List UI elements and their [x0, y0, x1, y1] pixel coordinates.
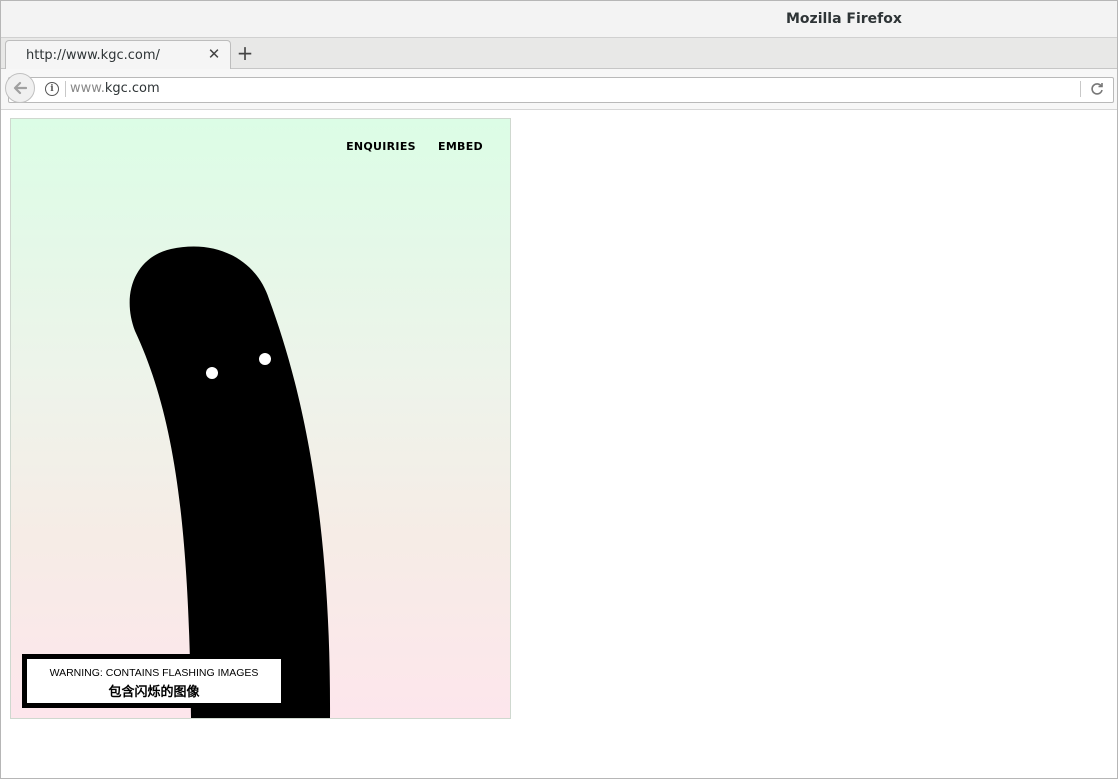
tab-strip: http://www.kgc.com/ ✕ + [1, 38, 1117, 69]
page-content: ENQUIRIES EMBED WARNING: CONTAINS FLASHI… [1, 110, 1117, 778]
nav-bar: i www.kgc.com [1, 69, 1117, 110]
back-arrow-icon [13, 81, 27, 95]
embed-link[interactable]: EMBED [438, 140, 483, 153]
window-title: Mozilla Firefox [786, 11, 902, 27]
reload-icon[interactable] [1089, 81, 1105, 97]
url-prefix: www. [70, 81, 105, 96]
warning-text-en: WARNING: CONTAINS FLASHING IMAGES [49, 667, 259, 679]
title-bar: Mozilla Firefox [1, 1, 1117, 38]
url-end-divider [1080, 81, 1081, 97]
plus-icon[interactable]: + [235, 43, 255, 63]
close-icon[interactable]: ✕ [206, 46, 222, 62]
flashing-warning: WARNING: CONTAINS FLASHING IMAGES 包含闪烁的图… [22, 654, 286, 708]
url-divider [65, 81, 66, 97]
url-domain: kgc.com [104, 81, 160, 96]
tab-title: http://www.kgc.com/ [26, 48, 160, 63]
creature-illustration [129, 246, 331, 718]
site-nav: ENQUIRIES EMBED [328, 140, 483, 153]
url-text[interactable]: www.kgc.com [70, 81, 160, 96]
left-eye [206, 367, 218, 379]
warning-text-zh: 包含闪烁的图像 [108, 685, 200, 700]
right-eye [259, 353, 271, 365]
url-bar[interactable] [8, 77, 1114, 103]
browser-window: Mozilla Firefox http://www.kgc.com/ ✕ + … [0, 0, 1118, 779]
info-icon[interactable]: i [45, 82, 59, 96]
kgc-embed: ENQUIRIES EMBED WARNING: CONTAINS FLASHI… [10, 118, 511, 719]
tab-kgc[interactable]: http://www.kgc.com/ ✕ [5, 40, 231, 69]
back-button[interactable] [5, 73, 35, 103]
enquiries-link[interactable]: ENQUIRIES [346, 140, 416, 153]
